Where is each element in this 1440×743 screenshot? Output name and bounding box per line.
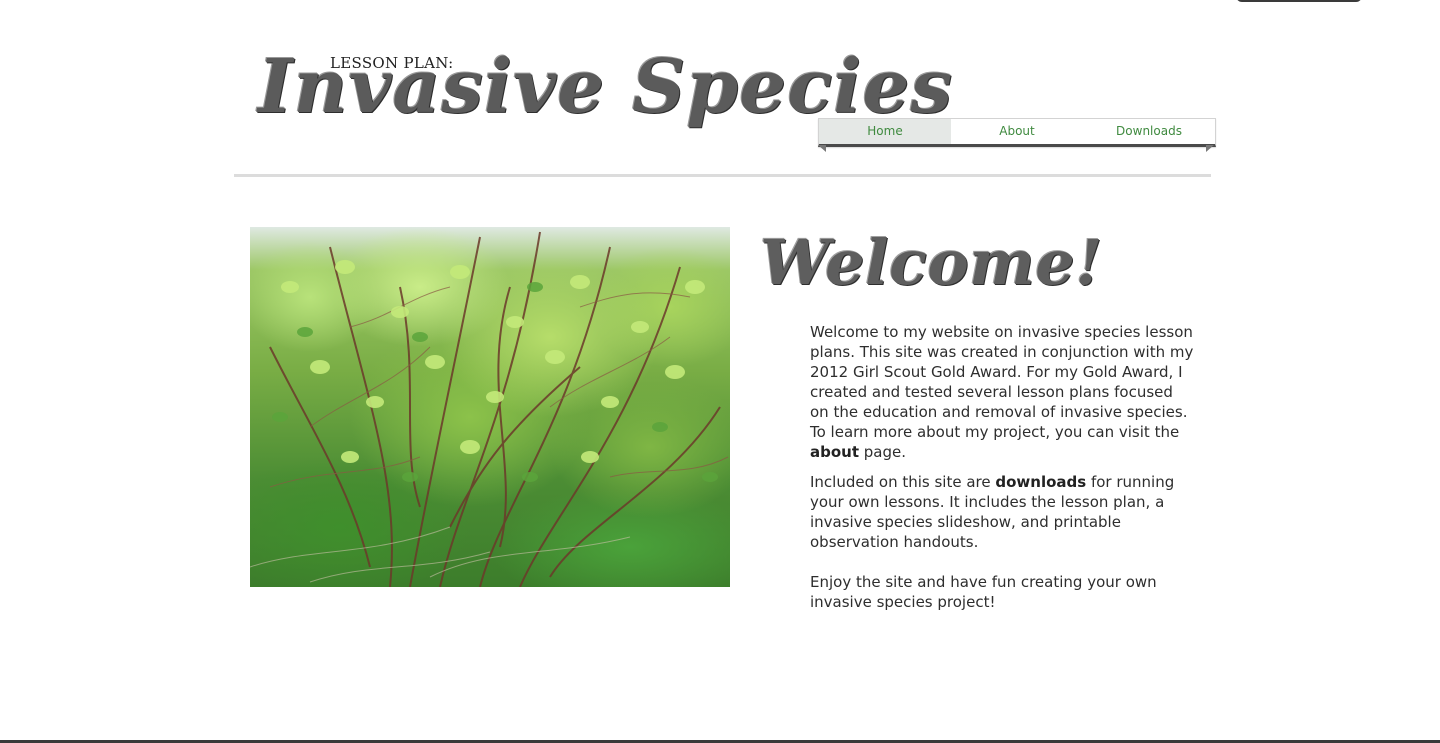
main-nav: Home About Downloads: [818, 118, 1216, 147]
intro-paragraph: Welcome to my website on invasive specie…: [810, 322, 1195, 462]
nav-home[interactable]: Home: [819, 119, 951, 144]
top-edge-tab: [1236, 0, 1362, 2]
downloads-text: Included on this site are: [810, 473, 996, 491]
invasive-shrub-photo: [250, 227, 730, 587]
intro-text-end: page.: [859, 443, 907, 461]
nav-about[interactable]: About: [951, 119, 1083, 144]
header-divider: [234, 174, 1211, 177]
intro-text: Welcome to my website on invasive specie…: [810, 323, 1194, 441]
welcome-copy: Welcome to my website on invasive specie…: [810, 322, 1195, 622]
downloads-paragraph: Included on this site are downloads for …: [810, 472, 1195, 552]
about-link[interactable]: about: [810, 443, 859, 461]
downloads-link[interactable]: downloads: [995, 473, 1086, 491]
welcome-heading: Welcome!: [760, 226, 1103, 299]
closing-paragraph: Enjoy the site and have fun creating you…: [810, 573, 1157, 611]
shrub-illustration: [250, 231, 729, 587]
nav-ribbon-fold-right: [1206, 145, 1214, 152]
nav-ribbon-fold-left: [818, 145, 826, 152]
nav-downloads[interactable]: Downloads: [1083, 119, 1215, 144]
